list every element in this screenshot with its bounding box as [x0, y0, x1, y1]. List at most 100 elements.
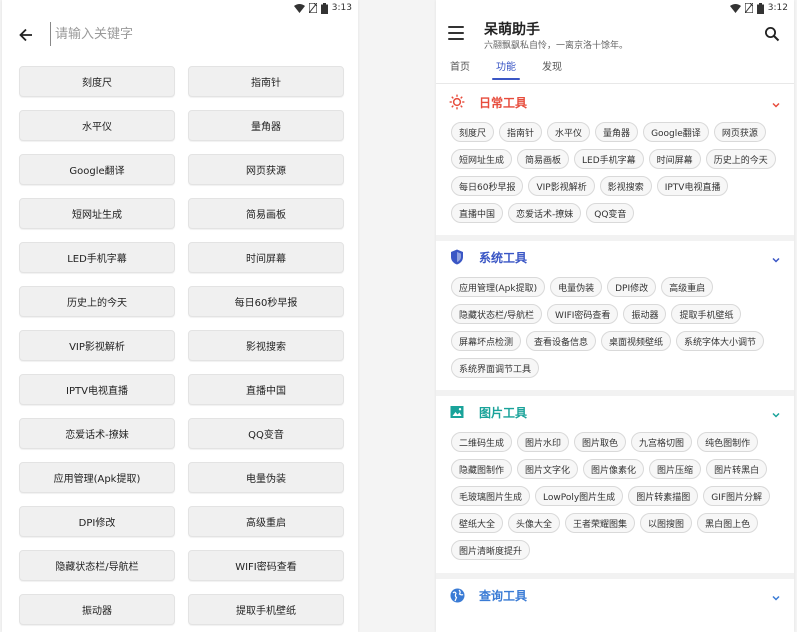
tool-button[interactable]: 直播中国 [188, 374, 344, 405]
tool-chip[interactable]: 图片转黑白 [706, 459, 768, 479]
tool-chip[interactable]: 图片转素描图 [628, 486, 699, 506]
tool-chip[interactable]: 简易画板 [517, 149, 570, 169]
tool-chip[interactable]: 量角器 [595, 122, 639, 142]
tool-button[interactable]: Google翻译 [19, 154, 175, 185]
tool-chip[interactable]: 每日60秒早报 [451, 176, 524, 196]
wifi-icon [293, 3, 305, 13]
tool-chip[interactable]: 振动器 [623, 304, 667, 324]
tool-chip[interactable]: 图片文字化 [517, 459, 579, 479]
no-sim-icon [744, 3, 753, 13]
tool-chip[interactable]: GIF图片分解 [703, 486, 771, 506]
tool-chip[interactable]: 桌面视频壁纸 [601, 331, 672, 351]
tool-button[interactable]: 简易画板 [188, 198, 344, 229]
tool-chip[interactable]: 刻度尺 [451, 122, 495, 142]
search-screen: 3:13 刻度尺指南针水平仪量角器 Google翻译网页获源短网址生成简易画板 LE… [2, 0, 358, 632]
tool-button[interactable]: 量角器 [188, 110, 344, 141]
tool-chip[interactable]: 图片像素化 [583, 459, 645, 479]
tool-chip[interactable]: 头像大全 [508, 513, 561, 533]
menu-button[interactable] [448, 26, 464, 40]
tool-button[interactable]: 短网址生成 [19, 198, 175, 229]
tool-chip[interactable]: 查看设备信息 [526, 331, 597, 351]
search-button[interactable] [764, 26, 780, 42]
tool-chip[interactable]: 系统界面调节工具 [451, 358, 540, 378]
tool-button[interactable]: 时间屏幕 [188, 242, 344, 273]
tool-chip[interactable]: 直播中国 [451, 203, 504, 223]
tool-button[interactable]: 刻度尺 [19, 66, 175, 97]
tool-chip[interactable]: QQ变音 [586, 203, 635, 223]
tool-chip[interactable]: 水平仪 [547, 122, 591, 142]
search-input[interactable] [50, 22, 345, 46]
tool-chip[interactable]: 黑白图上色 [697, 513, 759, 533]
tool-button[interactable]: 影视搜索 [188, 330, 344, 361]
tool-chip[interactable]: 电量伪装 [550, 277, 603, 297]
tool-chip[interactable]: 图片压缩 [649, 459, 702, 479]
back-button[interactable] [15, 24, 37, 46]
chevron-down-icon [770, 589, 782, 601]
tool-chip[interactable]: 时间屏幕 [648, 149, 701, 169]
tool-button[interactable]: 电量伪装 [188, 462, 344, 493]
tool-chip[interactable]: 恋爱话术-撩妹 [508, 203, 582, 223]
section-header[interactable]: 日常工具 [444, 87, 784, 117]
chip-group: 刻度尺 指南针 水平仪 量角器 Google翻译 网页获源短网址生成 简易画板 LED手机字幕… [444, 122, 784, 223]
tool-chip[interactable]: 指南针 [499, 122, 543, 142]
tool-chip[interactable]: 隐藏状态栏/导航栏 [451, 304, 543, 324]
tool-chip[interactable]: 纯色图制作 [697, 432, 759, 452]
tool-chip[interactable]: 影视搜索 [599, 176, 652, 196]
tool-button[interactable]: 历史上的今天 [19, 286, 175, 317]
tool-chip[interactable]: 王者荣耀图集 [565, 513, 636, 533]
tool-chip[interactable]: WIFI密码查看 [547, 304, 619, 324]
tool-chip[interactable]: 图片清晰度提升 [451, 540, 531, 560]
tool-button[interactable]: DPI修改 [19, 506, 175, 537]
tool-chip[interactable]: 历史上的今天 [705, 149, 776, 169]
tool-button[interactable]: LED手机字幕 [19, 242, 175, 273]
tool-button[interactable]: 隐藏状态栏/导航栏 [19, 550, 175, 581]
tool-chip[interactable]: 短网址生成 [451, 149, 513, 169]
tool-chip[interactable]: 九宫格切图 [631, 432, 693, 452]
tool-button[interactable]: IPTV电视直播 [19, 374, 175, 405]
tool-button[interactable]: 恋爱话术-撩妹 [19, 418, 175, 449]
tool-chip[interactable]: 系统字体大小调节 [676, 331, 765, 351]
tool-chip[interactable]: 二维码生成 [451, 432, 513, 452]
tool-chip[interactable]: DPI修改 [607, 277, 657, 297]
tab-1[interactable]: 功能 [492, 60, 520, 82]
tool-button[interactable]: 振动器 [19, 594, 175, 625]
section-title: 图片工具 [479, 405, 528, 420]
tool-button[interactable]: WIFI密码查看 [188, 550, 344, 581]
tool-chip[interactable]: 隐藏图制作 [451, 459, 513, 479]
tool-chip[interactable]: Google翻译 [643, 122, 709, 142]
tool-chip[interactable]: 提取手机壁纸 [671, 304, 742, 324]
tool-chip[interactable]: 毛玻璃图片生成 [451, 486, 531, 506]
tool-button[interactable]: 水平仪 [19, 110, 175, 141]
tool-chip[interactable]: 图片取色 [574, 432, 627, 452]
section-header[interactable]: 系统工具 [444, 242, 784, 272]
tool-button[interactable]: 提取手机壁纸 [188, 594, 344, 625]
tool-button[interactable]: 网页获源 [188, 154, 344, 185]
tool-button[interactable]: 每日60秒早报 [188, 286, 344, 317]
tool-chip[interactable]: 高级重启 [661, 277, 714, 297]
tool-button[interactable]: VIP影视解析 [19, 330, 175, 361]
tool-button[interactable]: 应用管理(Apk提取) [19, 462, 175, 493]
tool-chip[interactable]: VIP影视解析 [528, 176, 595, 196]
section-header[interactable]: 查询工具 [444, 580, 784, 610]
tool-chip[interactable]: 网页获源 [713, 122, 766, 142]
wifi-icon [729, 3, 741, 13]
tool-chip[interactable]: 图片水印 [517, 432, 570, 452]
tool-button[interactable]: 指南针 [188, 66, 344, 97]
tool-button[interactable]: 高级重启 [188, 506, 344, 537]
tab-2[interactable]: 发现 [542, 60, 562, 82]
tool-chip[interactable]: 壁纸大全 [451, 513, 504, 533]
status-bar: 3:13 [293, 0, 352, 16]
tool-button[interactable]: QQ变音 [188, 418, 344, 449]
tool-chip[interactable]: LowPoly图片生成 [535, 486, 624, 506]
section-header[interactable]: 图片工具 [444, 397, 784, 427]
tab-0[interactable]: 首页 [450, 60, 470, 82]
tool-chip[interactable]: LED手机字幕 [574, 149, 644, 169]
status-time: 3:13 [331, 3, 352, 13]
tool-chip[interactable]: 屏幕坏点检测 [451, 331, 522, 351]
chevron-down-icon [770, 251, 782, 263]
tool-chip[interactable]: 以图搜图 [640, 513, 693, 533]
tool-chip[interactable]: 应用管理(Apk提取) [451, 277, 546, 297]
chevron-down-icon [770, 96, 782, 108]
tool-chip[interactable]: IPTV电视直播 [656, 176, 729, 196]
app-title: 呆萌助手 [484, 22, 540, 38]
